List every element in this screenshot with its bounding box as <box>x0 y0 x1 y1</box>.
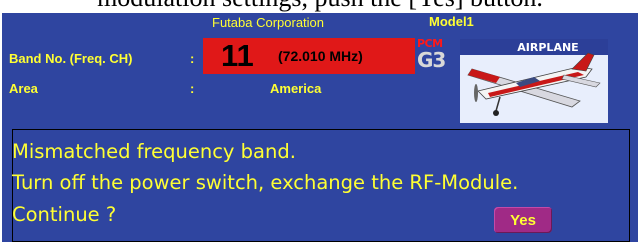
band-label: Band No. (Freq. CH) <box>9 51 133 66</box>
band-channel-number: 11 <box>221 38 254 73</box>
airplane-banner: AIRPLANE <box>517 41 578 54</box>
area-label: Area <box>9 81 38 96</box>
area-value: America <box>270 81 322 96</box>
transmitter-screen: Futaba Corporation Model1 Band No. (Freq… <box>2 13 638 242</box>
airplane-image: AIRPLANE <box>460 39 608 123</box>
message-line-1: Mismatched frequency band. <box>12 140 296 163</box>
manufacturer-label: Futaba Corporation <box>212 15 325 30</box>
airplane-icon: AIRPLANE <box>460 39 608 123</box>
area-separator: : <box>190 81 195 96</box>
yes-button[interactable]: Yes <box>494 207 552 233</box>
band-separator: : <box>190 51 195 66</box>
band-display: 11 (72.010 MHz) <box>203 38 415 74</box>
message-line-2: Turn off the power switch, exchange the … <box>12 171 519 194</box>
model-name-label: Model1 <box>429 14 474 29</box>
modulation-generation: G3 <box>417 48 446 72</box>
continue-prompt: Continue ? <box>12 203 117 226</box>
manual-caption: modulation settings, push the [Yes] butt… <box>0 0 640 11</box>
band-frequency: (72.010 MHz) <box>278 48 363 64</box>
